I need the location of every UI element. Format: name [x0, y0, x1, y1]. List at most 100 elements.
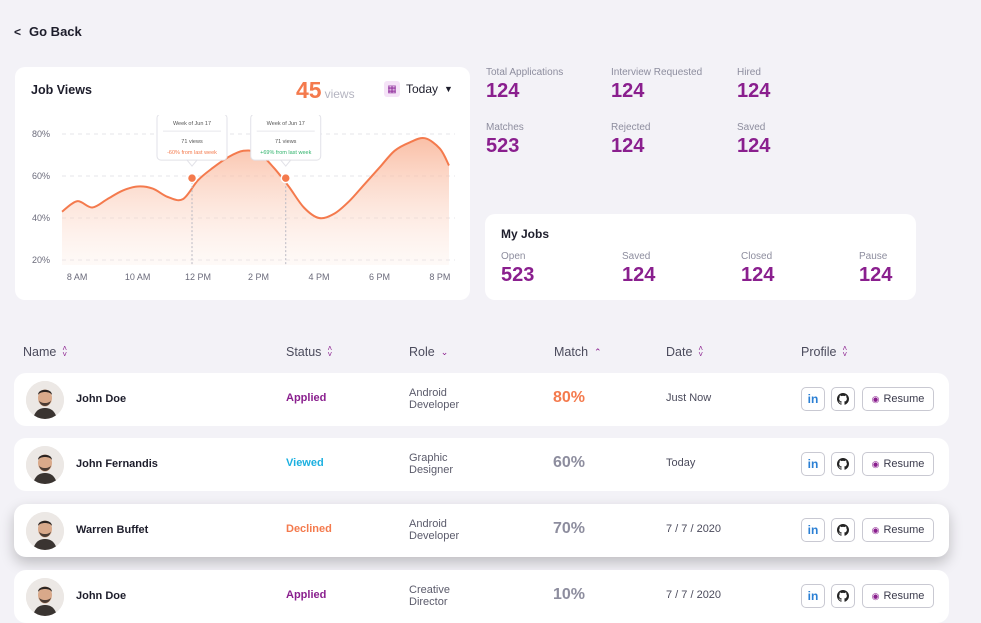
stat-matches: Matches 523: [486, 122, 524, 158]
x-tick-label: 8 AM: [67, 272, 88, 282]
avatar: [26, 512, 64, 550]
stat-value: 124: [622, 264, 656, 286]
calendar-icon: ▦: [384, 81, 400, 97]
my-jobs-card: My Jobs Open 523 Saved 124 Closed 124 Pause 124: [485, 214, 916, 300]
candidate-name[interactable]: John Doe: [76, 590, 126, 602]
stat-label: Matches: [486, 122, 524, 133]
linkedin-icon[interactable]: in: [801, 518, 825, 542]
eye-icon: ◉: [871, 524, 880, 535]
stat-value: 124: [737, 80, 771, 102]
column-header-label: Match: [554, 345, 589, 359]
stat-label: Total Applications: [486, 67, 564, 78]
table-row[interactable]: John Fernandis Viewed Graphic Designer 60% T…: [14, 438, 949, 491]
column-header-name[interactable]: Name ˄ ˅: [23, 344, 68, 360]
stat-hired: Hired 124: [737, 67, 770, 103]
column-header-role[interactable]: Role ⌄: [409, 345, 448, 359]
date-label: 7 / 7 / 2020: [666, 523, 722, 535]
x-tick-label: 6 PM: [369, 272, 390, 282]
github-icon[interactable]: [831, 452, 855, 476]
github-icon[interactable]: [831, 584, 855, 608]
views-count-number: 45: [296, 77, 322, 103]
resume-button[interactable]: ◉ Resume: [862, 387, 934, 411]
stat-value: 523: [486, 135, 520, 157]
sort-icon: ˄ ˅: [698, 344, 704, 359]
job-views-card: Job Views 45 views ▦ Today ▼ 80% 60% 40% 20…: [15, 67, 470, 300]
chevron-up-icon: ⌃: [594, 346, 602, 357]
resume-button[interactable]: ◉ Resume: [862, 452, 934, 476]
eye-icon: ◉: [871, 590, 880, 601]
chevron-down-icon: ⌄: [440, 346, 449, 357]
go-back-link[interactable]: < Go Back: [14, 24, 82, 39]
sort-icon: ˄ ˅: [62, 344, 68, 359]
role-label: Graphic Designer: [409, 452, 454, 476]
resume-label: Resume: [883, 458, 925, 470]
column-header-match[interactable]: Match ⌃: [554, 345, 602, 359]
resume-button[interactable]: ◉ Resume: [862, 518, 934, 542]
eye-icon: ◉: [871, 458, 880, 469]
linkedin-icon[interactable]: in: [801, 584, 825, 608]
x-tick-label: 4 PM: [308, 272, 329, 282]
tooltip-title: Week of Jun 17: [267, 121, 305, 127]
tooltip-views: 71 views: [181, 139, 203, 145]
chevron-left-icon: <: [14, 24, 22, 39]
y-tick-label: 40%: [32, 213, 50, 223]
status-label: Applied: [286, 392, 327, 404]
candidate-name[interactable]: John Doe: [76, 393, 126, 405]
date-label: Just Now: [666, 392, 712, 404]
x-tick-label: 12 PM: [185, 272, 211, 282]
chart-point-marker[interactable]: [186, 172, 198, 184]
y-tick-label: 60%: [32, 171, 50, 181]
column-header-label: Status: [286, 345, 322, 359]
status-label: Viewed: [286, 457, 324, 469]
date-label: Today: [666, 457, 696, 469]
sort-icon: ˄ ˅: [327, 344, 333, 359]
table-row[interactable]: John Doe Applied Creative Director 10% 7 / 7…: [14, 570, 949, 623]
github-icon[interactable]: [831, 518, 855, 542]
candidate-name[interactable]: John Fernandis: [76, 458, 158, 470]
my-jobs-closed: Closed 124: [741, 251, 774, 287]
column-header-date[interactable]: Date ˄ ˅: [666, 344, 704, 360]
resume-label: Resume: [883, 524, 925, 536]
y-tick-label: 20%: [32, 255, 50, 265]
match-percentage: 60%: [553, 454, 586, 471]
avatar: [26, 381, 64, 419]
stat-value: 124: [859, 264, 893, 286]
stat-value: 124: [737, 135, 771, 157]
status-label: Declined: [286, 523, 332, 535]
column-header-profile[interactable]: Profile ˄ ˅: [801, 345, 847, 360]
stat-rejected: Rejected 124: [611, 122, 650, 158]
y-tick-label: 80%: [32, 129, 50, 139]
stat-label: Interview Requested: [611, 67, 703, 78]
tooltip-change: +69% from last week: [260, 150, 311, 156]
resume-button[interactable]: ◉ Resume: [862, 584, 934, 608]
tooltip-title: Week of Jun 17: [173, 121, 211, 127]
candidate-name[interactable]: Warren Buffet: [76, 524, 148, 536]
views-count-unit: views: [324, 87, 355, 101]
column-header-status[interactable]: Status ˄ ˅: [286, 344, 333, 360]
github-icon[interactable]: [831, 387, 855, 411]
stat-total-applications: Total Applications 124: [486, 67, 563, 103]
chart-point-marker[interactable]: [280, 172, 291, 184]
stat-saved: Saved 124: [737, 122, 770, 158]
stat-label: Open: [501, 251, 526, 262]
linkedin-icon[interactable]: in: [801, 452, 825, 476]
stat-value: 124: [486, 80, 520, 102]
period-label: Today: [406, 82, 439, 96]
column-header-label: Name: [23, 345, 57, 359]
stat-value: 523: [501, 264, 535, 286]
stat-label: Saved: [737, 122, 766, 133]
stat-label: Hired: [737, 67, 761, 78]
linkedin-icon[interactable]: in: [801, 387, 825, 411]
column-header-label: Profile: [801, 345, 837, 359]
table-row[interactable]: Warren Buffet Declined Android Developer 70…: [14, 504, 949, 557]
views-count: 45 views: [296, 77, 355, 104]
chevron-down-icon: ▼: [444, 84, 453, 94]
role-label: Android Developer: [409, 387, 460, 411]
table-row[interactable]: John Doe Applied Android Developer 80% Just …: [14, 373, 949, 426]
stat-label: Rejected: [611, 122, 651, 133]
match-percentage: 10%: [553, 586, 586, 603]
go-back-label: Go Back: [29, 24, 82, 39]
period-dropdown[interactable]: ▦ Today ▼: [384, 81, 453, 97]
x-tick-label: 2 PM: [248, 272, 269, 282]
resume-label: Resume: [883, 393, 925, 405]
